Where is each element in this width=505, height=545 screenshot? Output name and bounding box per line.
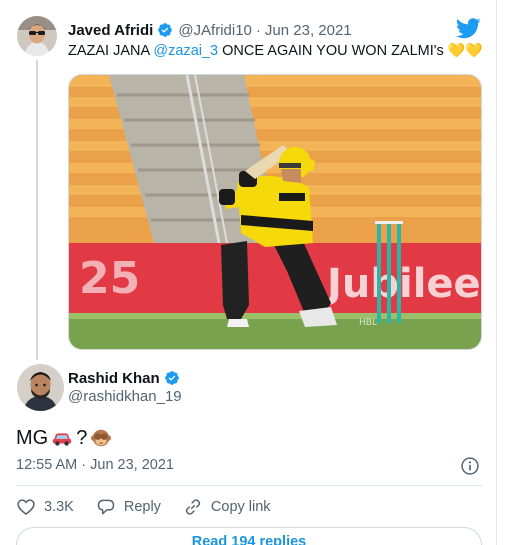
board-left-text: 25: [79, 253, 140, 304]
main-tweet-header: Rashid Khan: [68, 368, 180, 388]
yellow-hearts-emoji: 💛💛: [447, 42, 483, 58]
reply-button[interactable]: Reply: [96, 497, 161, 517]
parent-author-handle[interactable]: @JAfridi10: [178, 22, 252, 39]
copy-link-button[interactable]: Copy link: [183, 497, 271, 517]
embedded-tweet-card: Javed Afridi @JAfridi10 · Jun 23, 2021 Z…: [0, 0, 497, 545]
main-text-start: MG: [16, 426, 49, 449]
verified-badge-icon: [164, 370, 180, 386]
separator-dot: ·: [255, 21, 261, 39]
board-right-text: Jubilee: [324, 261, 481, 307]
pitch-marker-text: HBL: [359, 318, 377, 328]
verified-badge-icon: [157, 22, 173, 38]
twitter-bird-icon[interactable]: [455, 18, 481, 39]
action-divider: [16, 485, 482, 486]
see-no-evil-monkey-emoji: [90, 427, 112, 449]
parent-text-start: ZAZAI JANA: [68, 43, 154, 59]
parent-tweet-text: ZAZAI JANA @zazai_3 ONCE AGAIN YOU WON Z…: [68, 42, 483, 59]
rashid-khan-avatar[interactable]: [17, 364, 64, 411]
tweet-actions-bar: 3.3K Reply Copy link: [16, 496, 293, 518]
read-replies-button[interactable]: Read 194 replies: [16, 527, 482, 545]
main-tweet-timestamp[interactable]: 12:55 AM · Jun 23, 2021: [16, 457, 174, 473]
main-author-name[interactable]: Rashid Khan: [68, 370, 160, 387]
javed-afridi-avatar[interactable]: [17, 16, 57, 56]
main-author-handle[interactable]: @rashidkhan_19: [68, 388, 182, 405]
tweet-photo[interactable]: 25 Jubilee HBL: [68, 74, 482, 350]
heart-icon: [16, 497, 36, 517]
reply-label: Reply: [123, 499, 161, 515]
reply-icon: [96, 497, 116, 517]
like-count: 3.3K: [44, 499, 74, 515]
parent-text-end: ONCE AGAIN YOU WON ZALMI's: [218, 43, 448, 59]
copy-link-label: Copy link: [210, 499, 271, 515]
parent-tweet-date[interactable]: Jun 23, 2021: [265, 22, 352, 39]
info-icon[interactable]: [460, 456, 480, 476]
main-tweet-text: MG ?: [16, 424, 115, 452]
mention-link[interactable]: @zazai_3: [153, 43, 218, 59]
main-text-question: ?: [76, 426, 88, 449]
thread-connector-line: [36, 60, 38, 360]
like-button[interactable]: 3.3K: [16, 497, 74, 517]
parent-tweet-header: Javed Afridi @JAfridi10 · Jun 23, 2021: [68, 19, 352, 41]
link-icon: [183, 497, 203, 517]
parent-author-name[interactable]: Javed Afridi: [68, 22, 153, 39]
car-emoji: [51, 427, 73, 449]
